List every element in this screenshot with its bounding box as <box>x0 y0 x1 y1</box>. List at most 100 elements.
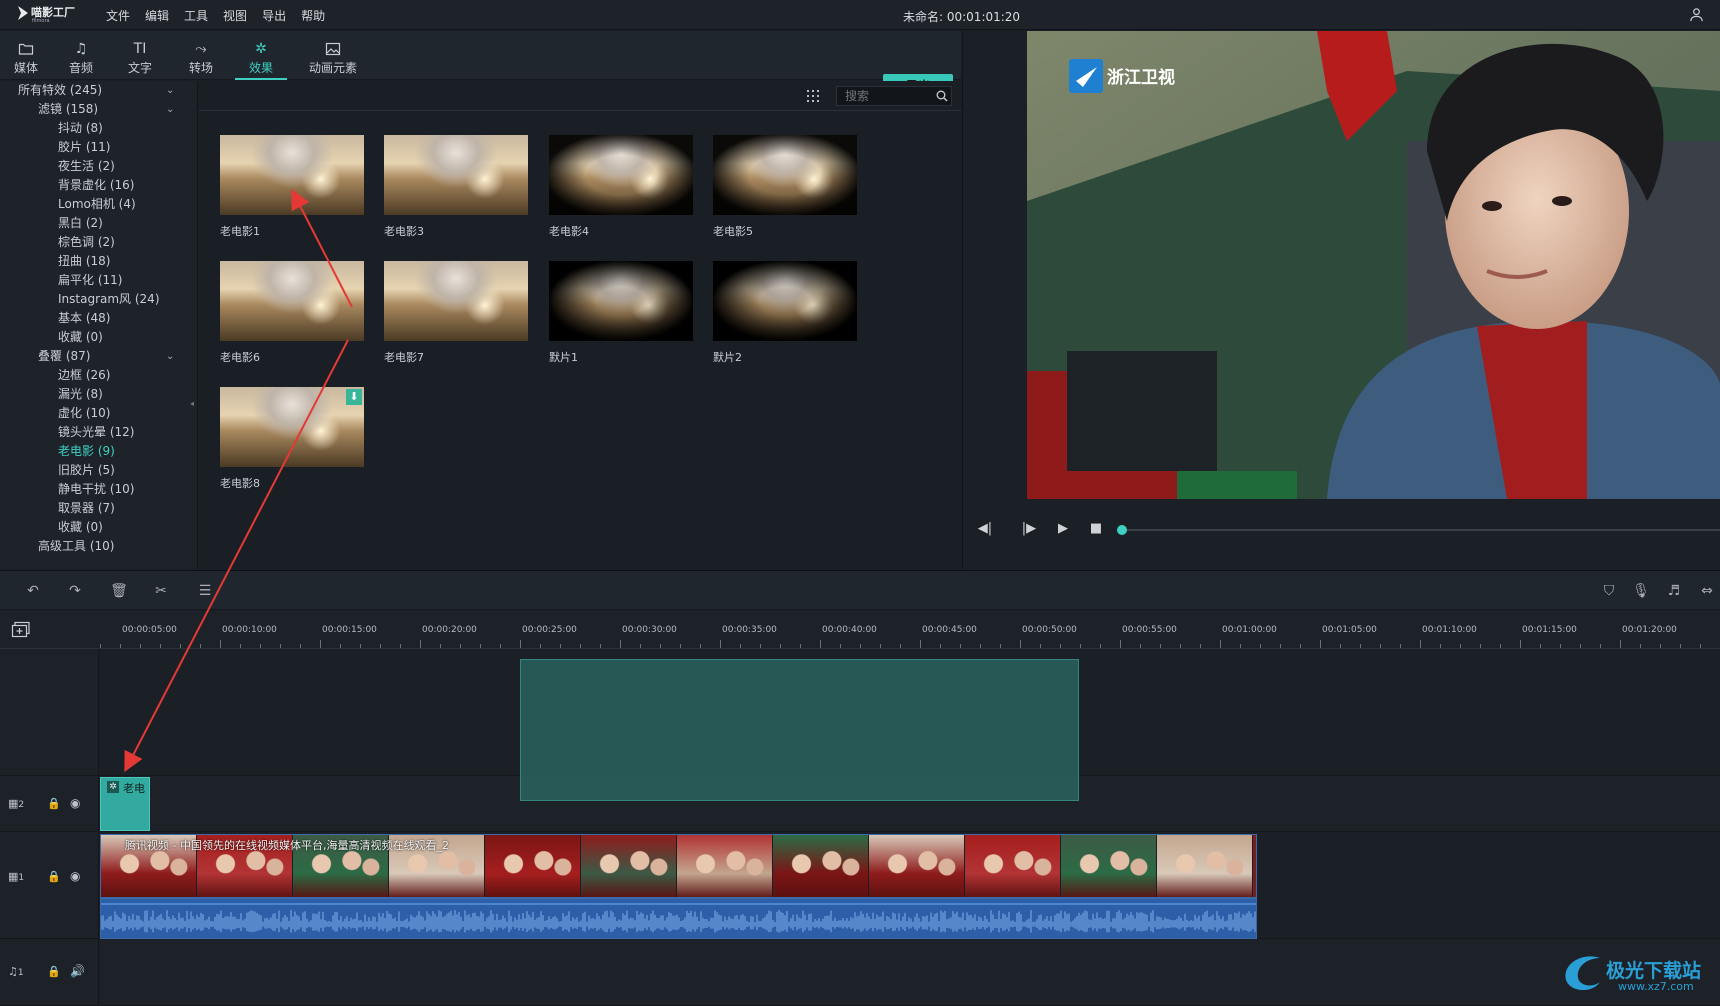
tree-item[interactable]: Instagram风 (24) <box>58 290 160 309</box>
effect-clip[interactable]: ✲ 老电 <box>100 777 150 831</box>
ruler-minor-mark <box>640 644 641 648</box>
tree-item[interactable]: 漏光 (8) <box>58 385 103 404</box>
undo-icon[interactable]: ↶ <box>24 583 42 599</box>
tab-text[interactable]: TI 文字 <box>114 31 166 80</box>
tree-item[interactable]: 胶片 (11) <box>58 138 110 157</box>
grid-view-icon[interactable] <box>806 89 820 103</box>
tree-item[interactable]: 基本 (48) <box>58 309 110 328</box>
audio-waveform[interactable] <box>100 898 1257 939</box>
menu-view[interactable]: 视图 <box>223 7 247 24</box>
effect-thumbnail[interactable] <box>220 261 364 341</box>
tab-elements[interactable]: 动画元素 <box>302 31 364 80</box>
search-input[interactable] <box>836 86 952 106</box>
tree-item[interactable]: 边框 (26) <box>58 366 110 385</box>
ruler-minor-mark <box>780 644 781 648</box>
effect-thumbnail[interactable] <box>220 135 364 215</box>
ruler-tick-label: 00:00:50:00 <box>1022 625 1077 635</box>
lock-icon[interactable]: 🔒 <box>47 797 61 810</box>
lock-icon[interactable]: 🔒 <box>47 965 61 978</box>
step-forward-icon[interactable]: |▶ <box>1021 521 1037 537</box>
zoom-fit-icon[interactable]: ⇔ <box>1698 583 1716 599</box>
tree-item[interactable]: 收藏 (0) <box>58 328 103 347</box>
effect-thumbnail[interactable] <box>384 261 528 341</box>
track-header-video-2: ▦2 🔒 ◉ <box>0 776 99 832</box>
video-clip[interactable]: 腾讯视频 - 中国领先的在线视频媒体平台,海量高清视频在线观看_2 <box>100 834 1257 898</box>
tree-item[interactable]: 夜生活 (2) <box>58 157 115 176</box>
tree-item[interactable]: 抖动 (8) <box>58 119 103 138</box>
effect-thumbnail[interactable] <box>713 135 857 215</box>
audio-mixer-icon[interactable]: ♬ <box>1665 583 1683 599</box>
tree-item[interactable]: 镜头光晕 (12) <box>58 423 134 442</box>
tree-item[interactable]: 老电影 (9) <box>58 442 115 461</box>
effect-thumbnail[interactable]: ⬇ <box>220 387 364 467</box>
tree-item[interactable]: 取景器 (7) <box>58 499 115 518</box>
tree-item[interactable]: 静电干扰 (10) <box>58 480 134 499</box>
stop-icon[interactable]: ■ <box>1088 521 1104 537</box>
cut-icon[interactable]: ✂ <box>152 583 170 599</box>
adjust-icon[interactable]: ☰ <box>196 583 214 599</box>
add-track-icon[interactable] <box>11 621 31 639</box>
playhead-handle[interactable] <box>1117 525 1127 535</box>
timeline-ruler[interactable]: 00:00:05:00 00:00:10:00 00:00:15:00 00:00:2… <box>0 611 1720 649</box>
effect-thumbnail[interactable] <box>549 261 693 341</box>
ruler-minor-mark <box>800 644 801 648</box>
collapse-panel-icon[interactable]: ◂ <box>190 399 194 408</box>
tree-item[interactable]: 滤镜 (158) <box>38 100 98 119</box>
lock-icon[interactable]: 🔒 <box>47 870 61 883</box>
eye-icon[interactable]: ◉ <box>70 796 80 810</box>
ruler-minor-mark <box>1620 644 1621 648</box>
chevron-down-icon[interactable]: ⌄ <box>166 104 176 115</box>
watermark-logo-icon <box>1565 956 1600 991</box>
speaker-icon[interactable]: 🔊 <box>70 964 85 978</box>
playback-progress-track[interactable] <box>1127 529 1720 531</box>
menu-help[interactable]: 帮助 <box>301 7 325 24</box>
tree-item[interactable]: 高级工具 (10) <box>38 537 114 556</box>
tree-item[interactable]: 扁平化 (11) <box>58 271 122 290</box>
delete-icon[interactable]: 🗑 <box>110 583 128 599</box>
search-icon[interactable] <box>936 90 948 102</box>
tree-item[interactable]: 虚化 (10) <box>58 404 110 423</box>
menu-tools[interactable]: 工具 <box>184 7 208 24</box>
tree-item[interactable]: 所有特效 (245) <box>18 81 102 100</box>
marker-icon[interactable]: ⛉ <box>1600 583 1618 599</box>
effect-thumbnail[interactable] <box>713 261 857 341</box>
preview-video[interactable]: 浙江卫视 <box>1027 31 1720 499</box>
ruler-minor-mark <box>340 644 341 648</box>
tree-item[interactable]: 背景虚化 (16) <box>58 176 134 195</box>
redo-icon[interactable]: ↷ <box>66 583 84 599</box>
menu-file[interactable]: 文件 <box>106 7 130 24</box>
menu-edit[interactable]: 编辑 <box>145 7 169 24</box>
tree-item[interactable]: 旧胶片 (5) <box>58 461 115 480</box>
tree-item[interactable]: 叠覆 (87) <box>38 347 90 366</box>
eye-icon[interactable]: ◉ <box>70 869 80 883</box>
chevron-down-icon[interactable]: ⌄ <box>166 85 176 96</box>
tree-item[interactable]: 棕色调 (2) <box>58 233 115 252</box>
effect-thumbnail[interactable] <box>384 135 528 215</box>
menu-export[interactable]: 导出 <box>262 7 286 24</box>
effect-thumbnail[interactable] <box>549 135 693 215</box>
tree-item[interactable]: 收藏 (0) <box>58 518 103 537</box>
step-back-icon[interactable]: ◀| <box>977 521 993 537</box>
tab-audio[interactable]: ♫ 音频 <box>55 31 107 80</box>
tab-effects[interactable]: ✲ 效果 <box>235 31 287 80</box>
ruler-minor-mark <box>100 644 101 648</box>
play-icon[interactable]: ▶ <box>1055 521 1071 537</box>
tree-item[interactable]: Lomo相机 (4) <box>58 195 136 214</box>
ruler-minor-mark <box>380 644 381 648</box>
user-icon[interactable] <box>1689 7 1704 22</box>
ruler-minor-mark <box>420 644 421 648</box>
preview-frame-image: 浙江卫视 <box>1027 31 1720 499</box>
tree-item[interactable]: 扭曲 (18) <box>58 252 110 271</box>
ruler-minor-mark <box>240 644 241 648</box>
microphone-icon[interactable]: 🎙 <box>1632 583 1650 599</box>
ruler-minor-mark <box>1360 644 1361 648</box>
download-icon[interactable]: ⬇ <box>346 389 362 405</box>
ruler-minor-mark <box>400 644 401 648</box>
timeline-tracks[interactable]: ✲ 老电 腾讯视频 - 中国领先的在线视频媒体平台,海量高清视频在线观看_2 <box>100 649 1720 1006</box>
chevron-down-icon[interactable]: ⌄ <box>166 351 176 362</box>
tree-item[interactable]: 黑白 (2) <box>58 214 103 233</box>
tab-transition[interactable]: ⤳ 转场 <box>175 31 227 80</box>
selection-region[interactable] <box>520 659 1079 801</box>
ruler-minor-mark <box>840 644 841 648</box>
tab-media[interactable]: 媒体 <box>0 31 52 80</box>
